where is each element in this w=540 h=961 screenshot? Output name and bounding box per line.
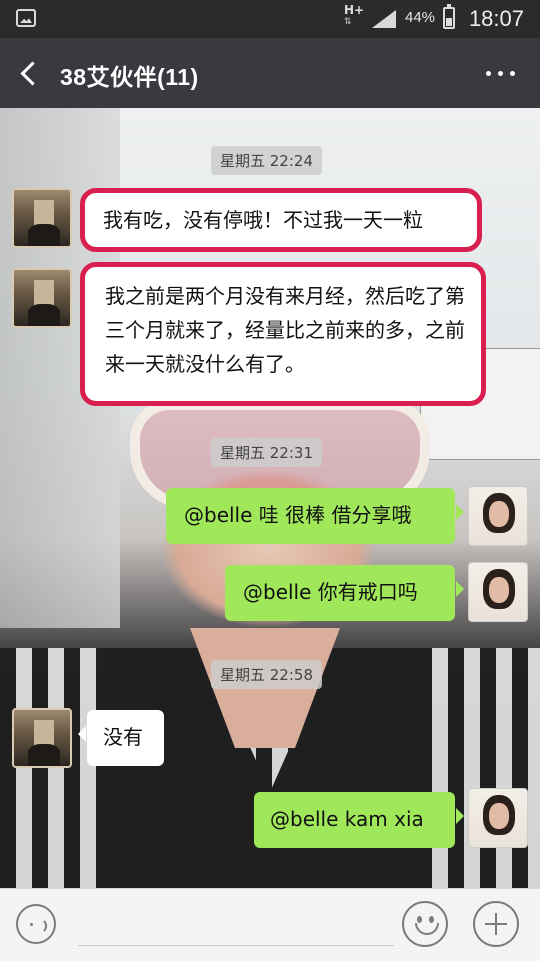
own-avatar[interactable] <box>468 486 528 546</box>
input-bar <box>0 888 540 961</box>
add-attachment-icon[interactable] <box>473 901 519 947</box>
message-bubble-received[interactable]: 没有 <box>78 710 164 766</box>
message-bubble-sent[interactable]: @belle 哇 很棒 借分享哦 <box>166 488 464 544</box>
own-avatar[interactable] <box>468 788 528 848</box>
message-timestamp: 星期五 22:24 <box>211 146 322 175</box>
image-notification-icon <box>16 9 36 27</box>
message-timestamp: 星期五 22:58 <box>211 660 322 689</box>
chat-title: 38艾伙伴(11) <box>60 64 199 90</box>
signal-icon <box>372 10 396 28</box>
message-timestamp: 星期五 22:31 <box>211 438 322 467</box>
sender-avatar[interactable] <box>12 268 72 328</box>
chat-area[interactable]: 星期五 22:24 我有吃，没有停哦！不过我一天一粒 我之前是两个月没有来月经，… <box>0 108 540 888</box>
message-bubble-sent[interactable]: @belle 你有戒口吗 <box>225 565 464 621</box>
battery-percent: 44% <box>405 9 436 26</box>
chat-header: 38艾伙伴(11) <box>0 38 540 108</box>
network-indicator: H+ ⇅ <box>344 3 365 27</box>
sender-avatar[interactable] <box>12 708 72 768</box>
battery-icon <box>443 4 455 29</box>
message-bubble-sent[interactable]: @belle kam xia <box>254 792 464 848</box>
message-bubble-received-highlighted[interactable]: 我之前是两个月没有来月经，然后吃了第三个月就来了，经量比之前来的多，之前来一天就… <box>80 262 486 406</box>
back-arrow-icon[interactable] <box>14 55 48 91</box>
sender-avatar[interactable] <box>12 188 72 248</box>
more-options-icon[interactable] <box>484 60 518 86</box>
message-bubble-received-highlighted[interactable]: 我有吃，没有停哦！不过我一天一粒 <box>80 188 482 252</box>
clock: 18:07 <box>468 6 524 31</box>
voice-input-icon[interactable] <box>16 904 56 944</box>
status-bar: H+ ⇅ 44% 18:07 <box>0 0 540 38</box>
message-input[interactable] <box>78 903 394 946</box>
own-avatar[interactable] <box>468 562 528 622</box>
emoji-icon[interactable] <box>402 901 448 947</box>
